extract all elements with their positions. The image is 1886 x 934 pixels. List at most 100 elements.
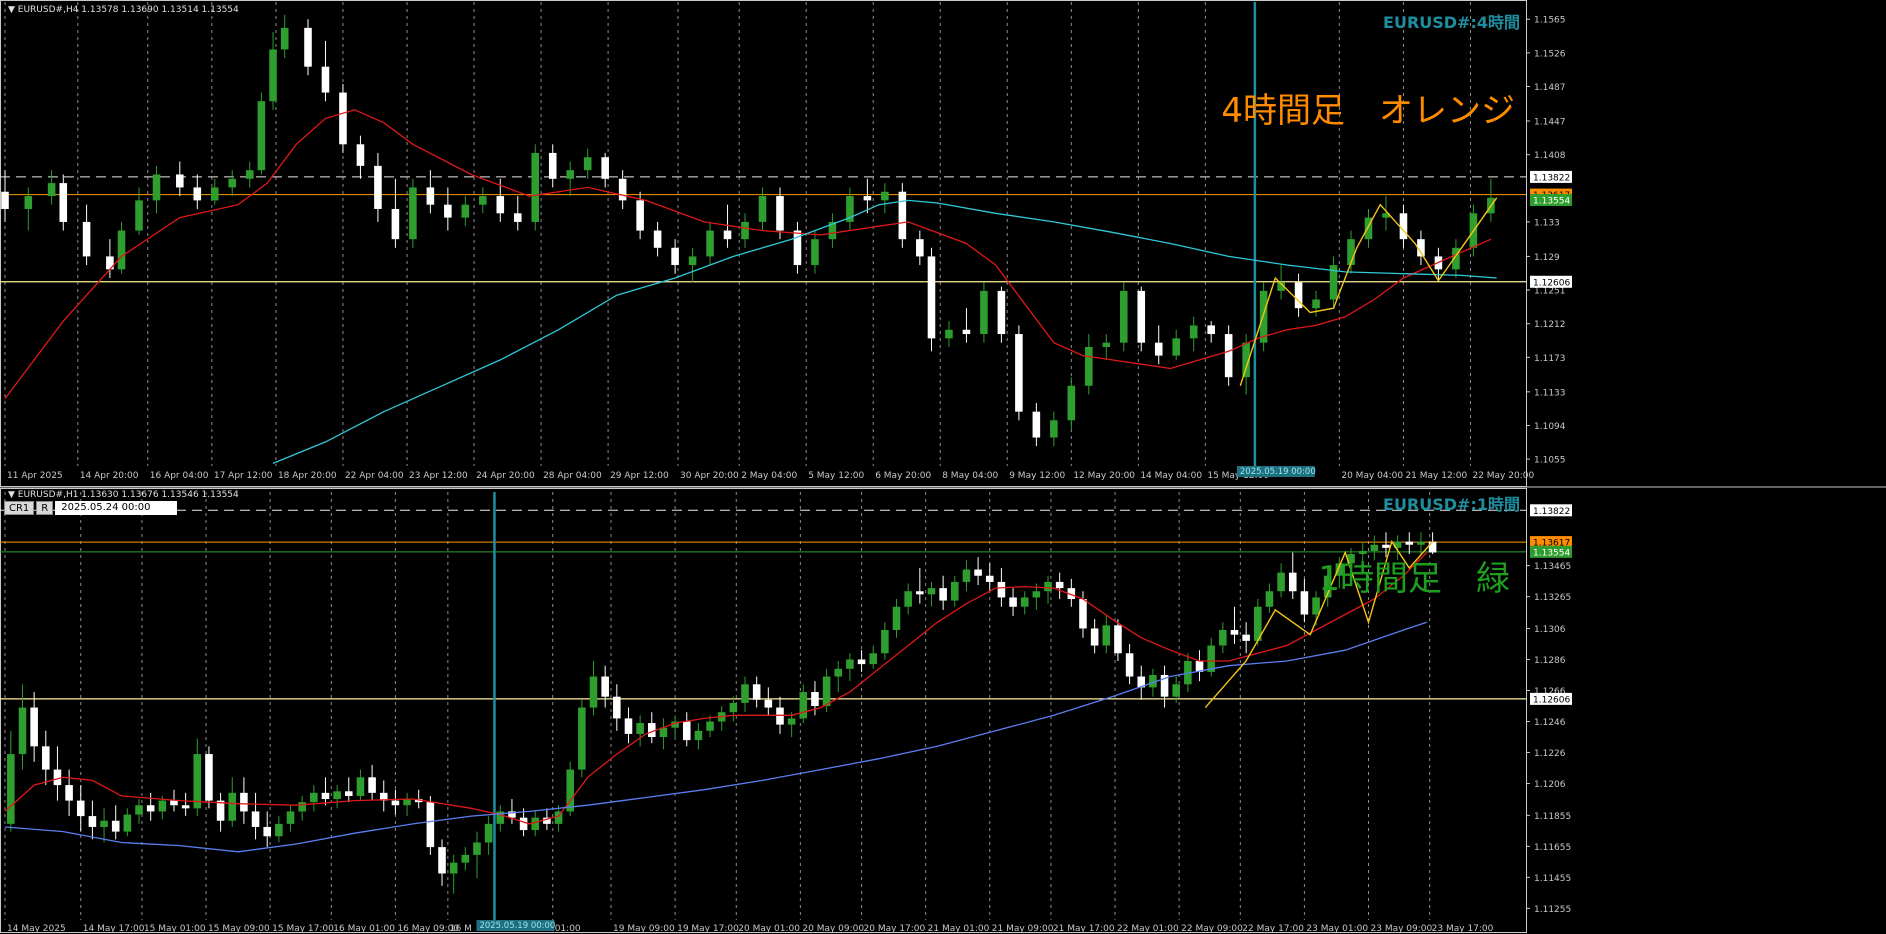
- candle-bull: [210, 187, 219, 201]
- candle-bull: [193, 754, 202, 809]
- x-tick-label: 24 Apr 20:00: [476, 471, 535, 481]
- candle-bull: [1044, 581, 1052, 592]
- candle-bear: [1382, 544, 1390, 548]
- candle-bear: [1207, 325, 1215, 335]
- toolbar-button-r[interactable]: R: [36, 501, 54, 515]
- x-tick-label: 8 May 04:00: [942, 471, 998, 481]
- candle-bear: [216, 800, 225, 821]
- y-tick-label: 1.1206: [1534, 780, 1566, 790]
- date-marker-label: 2025.05.19 00:00: [479, 921, 555, 931]
- candle-bear: [1125, 653, 1134, 677]
- candle-bull: [980, 290, 988, 335]
- y-tick-label: 1.129: [1534, 253, 1560, 263]
- candle-bear: [601, 157, 609, 179]
- candle-bear: [1224, 334, 1233, 378]
- x-tick-label: 9 May 12:00: [1009, 471, 1065, 481]
- candle-bear: [356, 144, 365, 166]
- candle-bull: [758, 196, 767, 222]
- candle-bull: [152, 174, 161, 201]
- candle-bull: [135, 200, 143, 231]
- date-marker-label: 2025.05.19 00:00: [1240, 467, 1316, 477]
- candle-bull: [298, 802, 306, 812]
- candle-bear: [682, 721, 691, 741]
- candle-bull: [962, 569, 971, 582]
- candle-bear: [764, 699, 773, 708]
- candle-bull: [706, 230, 714, 257]
- candle-bear: [997, 290, 1006, 335]
- y-tick-label: 1.11255: [1534, 905, 1571, 915]
- candle-bull: [461, 854, 470, 863]
- x-tick-label: 20 May 17:00: [864, 924, 926, 934]
- candle-bear: [106, 256, 114, 270]
- candle-bull: [275, 823, 283, 837]
- chart-stage: 1.1565 1.1526 1.1487 1.1447 1.1408 1.133 1.129…: [0, 0, 1886, 934]
- candle-bear: [193, 187, 202, 201]
- candle-bull: [945, 329, 953, 339]
- candle-bear: [205, 754, 213, 801]
- candle-bull: [1102, 342, 1111, 347]
- candle-bear: [438, 847, 446, 874]
- candle-bear: [263, 826, 271, 837]
- candle-bear: [88, 816, 97, 827]
- y-tick-label: 1.11855: [1534, 812, 1571, 822]
- x-tick-label: 12 May 20:00: [1073, 471, 1135, 481]
- candle-bull: [1172, 684, 1180, 697]
- candle-bear: [321, 792, 330, 800]
- candle-bear: [618, 178, 627, 201]
- candle-bull: [846, 659, 854, 669]
- candle-bear: [1137, 290, 1146, 343]
- symbol-watermark: EURUSD#:1時間: [1383, 495, 1520, 514]
- candle-bull: [280, 27, 289, 50]
- candle-bull: [566, 170, 574, 179]
- x-tick-label: 16 Apr 04:00: [150, 471, 209, 481]
- candle-bull: [822, 676, 831, 706]
- candle-bull: [7, 754, 15, 824]
- candle-bear: [1015, 334, 1023, 412]
- candle-bear: [776, 707, 784, 725]
- candle-bear: [752, 684, 761, 700]
- candle-bull: [1085, 346, 1093, 386]
- candle-bull: [1020, 597, 1029, 607]
- candle-bear: [444, 204, 452, 218]
- candle-bull: [356, 777, 365, 796]
- x-tick-label: 21 May 09:00: [992, 924, 1054, 934]
- candle-bull: [1312, 299, 1320, 309]
- candle-bear: [1230, 630, 1239, 635]
- candle-bear: [513, 213, 522, 222]
- toolbar-button-cr1[interactable]: CR1: [4, 501, 35, 515]
- candle-bear: [321, 66, 330, 93]
- y-tick-label: 1.1246: [1534, 718, 1566, 728]
- candle-bull: [834, 668, 843, 677]
- crosshair-date: 2025.05.24 00:00: [55, 501, 178, 515]
- candle-bull: [461, 204, 470, 218]
- candle-bull: [589, 676, 598, 708]
- candle-bull: [1067, 385, 1076, 421]
- candle-bear: [426, 187, 435, 205]
- x-tick-label: 23 Apr 12:00: [409, 471, 468, 481]
- candle-bull: [310, 792, 318, 803]
- candle-bear: [671, 247, 679, 266]
- candle-bull: [729, 702, 738, 713]
- candle-bear: [636, 200, 644, 231]
- candle-bull: [1265, 591, 1274, 607]
- symbol-header: ▼ EURUSD#,H1 1.13630 1.13676 1.13546 1.1…: [8, 490, 239, 500]
- x-tick-label: 6 May 20:00: [875, 471, 931, 481]
- symbol-watermark: EURUSD#:4時間: [1383, 13, 1520, 32]
- y-tick-label: 1.1447: [1534, 118, 1566, 128]
- x-tick-label: 22 May 01:00: [1117, 924, 1179, 934]
- x-tick-label: 23 May 09:00: [1371, 924, 1433, 934]
- x-tick-label: 22 May 09:00: [1181, 924, 1243, 934]
- candle-bear: [42, 746, 50, 770]
- candle-bear: [1428, 541, 1437, 553]
- candle-bear: [339, 92, 347, 145]
- x-tick-label: 22 May 17:00: [1242, 924, 1304, 934]
- x-tick-label: 2 May 04:00: [741, 471, 797, 481]
- candle-bull: [892, 606, 901, 631]
- x-tick-label: 18 Apr 20:00: [278, 471, 337, 481]
- y-tick-label: 1.13465: [1534, 562, 1571, 572]
- price-label-text: 1.13554: [1533, 197, 1570, 207]
- candle-bear: [146, 805, 155, 812]
- x-tick-label: 20 May 01:00: [738, 924, 800, 934]
- price-label-text: 1.12606: [1533, 695, 1570, 705]
- background: [0, 0, 1886, 934]
